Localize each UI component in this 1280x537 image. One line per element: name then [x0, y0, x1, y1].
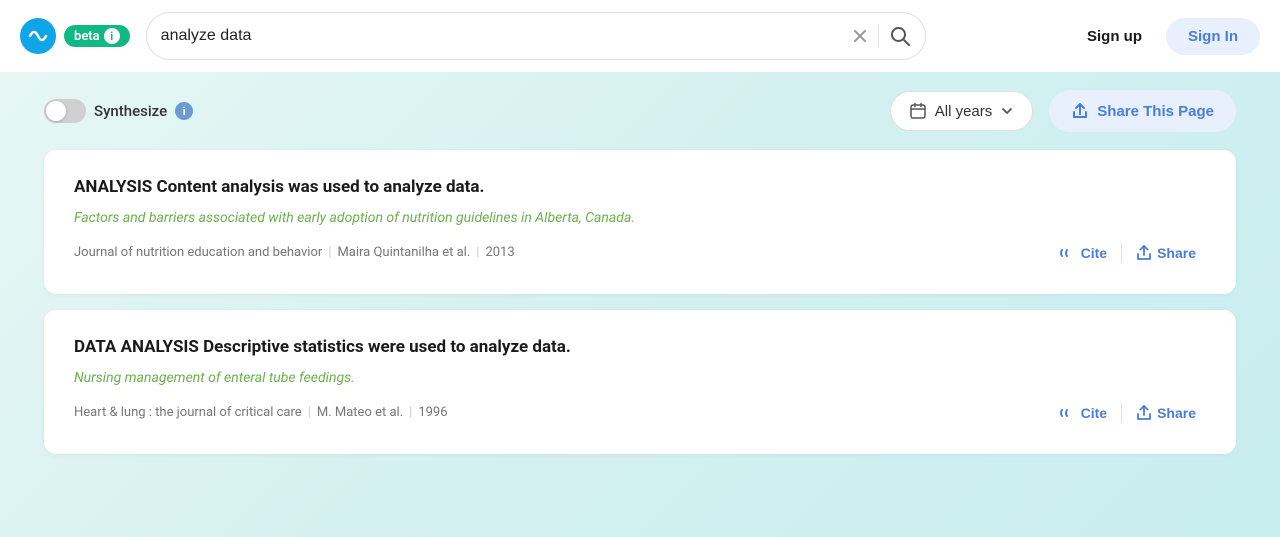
search-icon	[889, 25, 911, 47]
action-divider	[1121, 403, 1122, 423]
search-container	[146, 12, 926, 60]
result-authors: M. Mateo et al.	[317, 405, 403, 420]
meta-sep-1: |	[308, 405, 311, 420]
search-divider	[878, 24, 879, 48]
share-result-icon	[1136, 405, 1152, 421]
search-input[interactable]	[161, 27, 852, 45]
synthesize-area: Synthesize i	[44, 99, 193, 123]
signup-button[interactable]: Sign up	[1071, 20, 1158, 53]
logo-area: beta i	[20, 18, 130, 54]
share-result-icon	[1136, 245, 1152, 261]
meta-sep-2: |	[409, 405, 412, 420]
synthesize-label: Synthesize	[94, 102, 167, 120]
share-page-button[interactable]: Share This Page	[1049, 90, 1236, 132]
share-result-button[interactable]: Share	[1126, 239, 1206, 267]
meta-sep-2: |	[476, 245, 479, 260]
synthesize-info-icon[interactable]: i	[175, 102, 193, 120]
clear-search-button[interactable]	[852, 28, 868, 44]
result-title: ANALYSIS Content analysis was used to an…	[74, 176, 1206, 200]
result-journal: Journal of nutrition education and behav…	[74, 245, 322, 260]
nav-buttons: Sign up Sign In	[1071, 18, 1260, 55]
all-years-button[interactable]: All years	[890, 91, 1034, 131]
result-subtitle: Factors and barriers associated with ear…	[74, 210, 1206, 226]
beta-info-icon: i	[104, 28, 120, 44]
result-actions: Cite Share	[1048, 398, 1206, 428]
signin-button[interactable]: Sign In	[1166, 18, 1260, 55]
result-bottom: Heart & lung : the journal of critical c…	[74, 398, 1206, 428]
result-journal: Heart & lung : the journal of critical c…	[74, 405, 302, 420]
results-list: ANALYSIS Content analysis was used to an…	[0, 150, 1280, 454]
action-divider	[1121, 243, 1122, 263]
result-authors: Maira Quintanilha et al.	[337, 245, 470, 260]
result-card: DATA ANALYSIS Descriptive statistics wer…	[44, 310, 1236, 454]
toolbar: Synthesize i All years Share This Page	[0, 72, 1280, 150]
result-actions: Cite Share	[1048, 238, 1206, 268]
result-year: 2013	[485, 245, 514, 260]
toggle-knob	[46, 101, 66, 121]
close-icon	[852, 28, 868, 44]
beta-badge: beta i	[64, 25, 130, 47]
calendar-icon	[909, 102, 927, 120]
result-meta: Journal of nutrition education and behav…	[74, 245, 515, 260]
consensus-logo-icon	[20, 18, 56, 54]
meta-sep-1: |	[328, 245, 331, 260]
result-bottom: Journal of nutrition education and behav…	[74, 238, 1206, 268]
result-title: DATA ANALYSIS Descriptive statistics wer…	[74, 336, 1206, 360]
result-meta: Heart & lung : the journal of critical c…	[74, 405, 448, 420]
search-button[interactable]	[889, 25, 911, 47]
cite-icon	[1058, 244, 1076, 262]
synthesize-toggle[interactable]	[44, 99, 86, 123]
result-year: 1996	[418, 405, 447, 420]
result-subtitle: Nursing management of enteral tube feedi…	[74, 370, 1206, 386]
share-icon	[1071, 102, 1089, 120]
all-years-label: All years	[935, 103, 993, 120]
cite-button[interactable]: Cite	[1048, 398, 1117, 428]
header: beta i Sign up Sign In	[0, 0, 1280, 72]
cite-icon	[1058, 404, 1076, 422]
chevron-down-icon	[1000, 104, 1014, 118]
share-result-button[interactable]: Share	[1126, 399, 1206, 427]
beta-label: beta	[74, 29, 100, 44]
cite-button[interactable]: Cite	[1048, 238, 1117, 268]
share-page-label: Share This Page	[1097, 103, 1214, 120]
result-card: ANALYSIS Content analysis was used to an…	[44, 150, 1236, 294]
